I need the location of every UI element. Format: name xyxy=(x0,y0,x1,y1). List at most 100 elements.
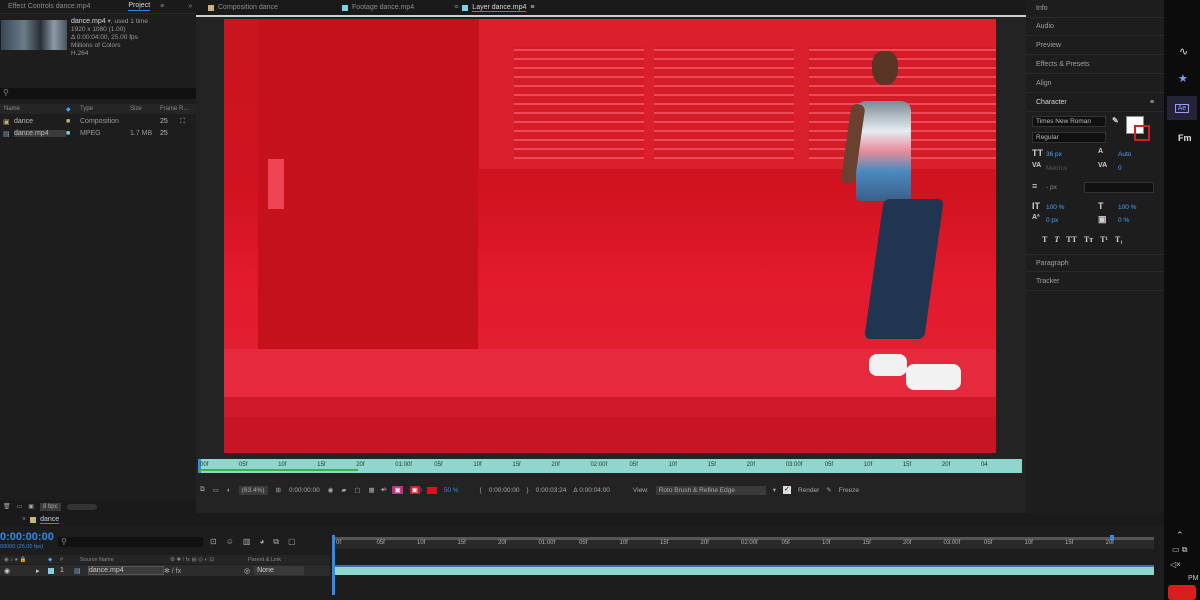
mask-icon[interactable]: ◐ xyxy=(227,487,231,494)
tab-footage[interactable]: Footage dance.mp4 xyxy=(341,4,414,11)
project-search-input[interactable]: ⚲ xyxy=(0,88,196,99)
layer-name[interactable]: dance.mp4 xyxy=(88,566,164,575)
layer-canvas[interactable] xyxy=(224,19,996,453)
menu-icon[interactable]: ≡ xyxy=(160,3,164,10)
visibility-icon[interactable]: ◉ xyxy=(0,567,36,575)
trash-icon[interactable]: 🗑 xyxy=(3,503,11,510)
col-parent[interactable]: Parent & Link xyxy=(248,557,281,563)
font-style-dropdown[interactable]: Regular xyxy=(1032,132,1106,143)
tab-composition[interactable]: Composition dance xyxy=(208,4,278,11)
freeze-icon[interactable]: ✎ xyxy=(826,486,831,494)
overlay-opacity[interactable]: 50 % xyxy=(444,487,459,494)
faux-italic-button[interactable]: T xyxy=(1054,235,1059,244)
channel-icon[interactable]: ▰ xyxy=(341,486,346,494)
shy-icon[interactable]: ☺ xyxy=(226,537,234,547)
chevron-down-icon[interactable]: ▾ xyxy=(773,486,776,494)
flowchart-icon[interactable]: ⛶ xyxy=(180,118,185,126)
timeline-ruler[interactable]: 0f 05f 10f 15f 20f 01:00f 05f 10f 15f 20f 02:00f 05… xyxy=(332,540,1154,549)
layer-duration-bar[interactable] xyxy=(332,565,1154,575)
speaker-icon[interactable]: ◁× xyxy=(1170,560,1181,569)
stroke-color-swatch[interactable] xyxy=(1134,125,1150,141)
leading-value[interactable]: Auto xyxy=(1118,151,1131,158)
kerning-value[interactable]: Metrics xyxy=(1046,165,1067,172)
layer-switches[interactable]: ✻ / fx xyxy=(164,567,244,575)
faux-bold-button[interactable]: T xyxy=(1042,235,1047,244)
tab-timeline-dance[interactable]: dance xyxy=(40,516,60,524)
font-family-dropdown[interactable]: Times New Roman xyxy=(1032,116,1106,127)
lock-icon[interactable]: ≡ xyxy=(454,4,458,11)
list-item[interactable]: ▤ dance.mp4 ■ MPEG 1.7 MB 25 xyxy=(0,128,196,139)
thumbnail-slider[interactable] xyxy=(66,503,97,510)
tab-layer[interactable]: ≡ Layer dance.mp4 ≡ xyxy=(454,4,534,12)
region-icon[interactable]: ▢ xyxy=(354,486,360,494)
stroke-style-dropdown[interactable] xyxy=(1084,182,1154,193)
comp-flowchart-icon[interactable]: ⊡ xyxy=(210,537,217,547)
subscript-button[interactable]: T₁ xyxy=(1115,235,1123,244)
in-marker-icon[interactable]: { xyxy=(480,487,482,494)
expand-arrow-icon[interactable]: ▸ xyxy=(36,567,48,575)
menu-icon[interactable]: ≡ xyxy=(530,4,534,11)
link-icon[interactable]: ◎ xyxy=(244,567,250,575)
grid-icon[interactable]: ⊞ xyxy=(276,486,281,494)
all-caps-button[interactable]: TT xyxy=(1066,235,1077,244)
baseline-shift-value[interactable]: 0 px xyxy=(1046,217,1058,224)
col-size[interactable]: Size xyxy=(130,106,160,112)
eyedropper-icon[interactable]: ✎ xyxy=(1112,116,1119,125)
expand-icon[interactable]: » xyxy=(188,3,192,10)
fm-app[interactable]: Fm xyxy=(1178,133,1192,143)
parent-dropdown[interactable]: None xyxy=(254,566,305,575)
panel-tracker[interactable]: Tracker xyxy=(1026,273,1164,291)
overlay-color-swatch[interactable] xyxy=(426,486,437,494)
vertical-scale-value[interactable]: 100 % xyxy=(1046,204,1064,211)
zoom-dropdown[interactable]: (63.4%) xyxy=(238,485,268,495)
new-comp-icon[interactable]: ▣ xyxy=(28,503,34,510)
transparency-icon[interactable]: ▦ xyxy=(369,486,375,494)
tsume-value[interactable]: 0 % xyxy=(1118,217,1129,224)
horizontal-scale-value[interactable]: 100 % xyxy=(1118,204,1136,211)
out-marker-icon[interactable]: } xyxy=(527,487,529,494)
render-checkbox[interactable]: ✓ xyxy=(782,486,791,494)
panel-preview[interactable]: Preview xyxy=(1026,37,1164,55)
out-time[interactable]: 0:00:03:24 xyxy=(536,487,567,494)
layer-time-ruler[interactable]: 00f 05f 10f 15f 20f 01:00f 05f 10f 15f 20f 02:00f 0… xyxy=(198,459,1022,473)
label-swatch[interactable]: ■ xyxy=(66,118,80,125)
col-frame-rate[interactable]: Frame R... xyxy=(160,106,188,112)
col-source-name[interactable]: Source Name xyxy=(80,557,170,563)
system-tray-icons[interactable]: ▭ ⧉ xyxy=(1172,545,1188,555)
tab-project[interactable]: Project xyxy=(128,2,151,11)
draft-3d-icon[interactable]: ▢ xyxy=(288,537,296,547)
panel-paragraph[interactable]: Paragraph xyxy=(1026,254,1164,272)
label-swatch[interactable]: ■ xyxy=(66,130,80,137)
small-caps-button[interactable]: Tт xyxy=(1084,235,1093,244)
timeline-playhead[interactable] xyxy=(332,535,335,595)
panel-character[interactable]: Character ≡ xyxy=(1026,94,1164,112)
graph-editor-icon[interactable]: ⧉ xyxy=(273,537,279,547)
bpc-button[interactable]: 8 bpc xyxy=(39,502,61,511)
tab-effect-controls[interactable]: Effect Controls dance.mp4 xyxy=(8,3,90,10)
label-swatch[interactable] xyxy=(48,567,54,574)
frame-blend-icon[interactable]: ▥ xyxy=(243,537,251,547)
panel-audio[interactable]: Audio xyxy=(1026,18,1164,36)
panel-align[interactable]: Align xyxy=(1026,75,1164,93)
freeze-button[interactable]: Freeze xyxy=(839,487,859,494)
monitor-icon[interactable]: ▭ xyxy=(213,486,219,494)
list-item[interactable]: ▣ dance ■ Composition 25 ⛶ xyxy=(0,116,196,127)
camera-icon[interactable]: ◉ xyxy=(328,486,334,494)
wave-icon[interactable]: ∿ xyxy=(1179,45,1188,58)
timeline-search-input[interactable]: ⚲ xyxy=(58,537,203,547)
view-dropdown[interactable]: Roto Brush & Refine Edge xyxy=(655,485,766,495)
stroke-width-value[interactable]: - px xyxy=(1046,184,1057,191)
alpha-icon[interactable]: ▣ xyxy=(392,486,403,494)
col-name[interactable]: Name xyxy=(0,106,66,112)
col-type[interactable]: Type xyxy=(80,106,130,112)
person-icon[interactable]: ✦ xyxy=(380,486,385,494)
font-size-value[interactable]: 36 px xyxy=(1046,151,1062,158)
in-time[interactable]: 0:00:00:00 xyxy=(489,487,520,494)
table-row[interactable]: ◉ ▸ 1 ▤ dance.mp4 ✻ / fx ◎ None xyxy=(0,565,330,576)
timeline-timecode[interactable]: 0:00:00:00 xyxy=(0,531,54,543)
boundary-icon[interactable]: ▣ xyxy=(409,486,420,494)
close-icon[interactable]: × xyxy=(22,516,26,523)
panel-effects-presets[interactable]: Effects & Presets xyxy=(1026,56,1164,74)
chevron-up-icon[interactable]: ⌃ xyxy=(1176,530,1184,541)
youtube-icon[interactable] xyxy=(1168,585,1196,600)
